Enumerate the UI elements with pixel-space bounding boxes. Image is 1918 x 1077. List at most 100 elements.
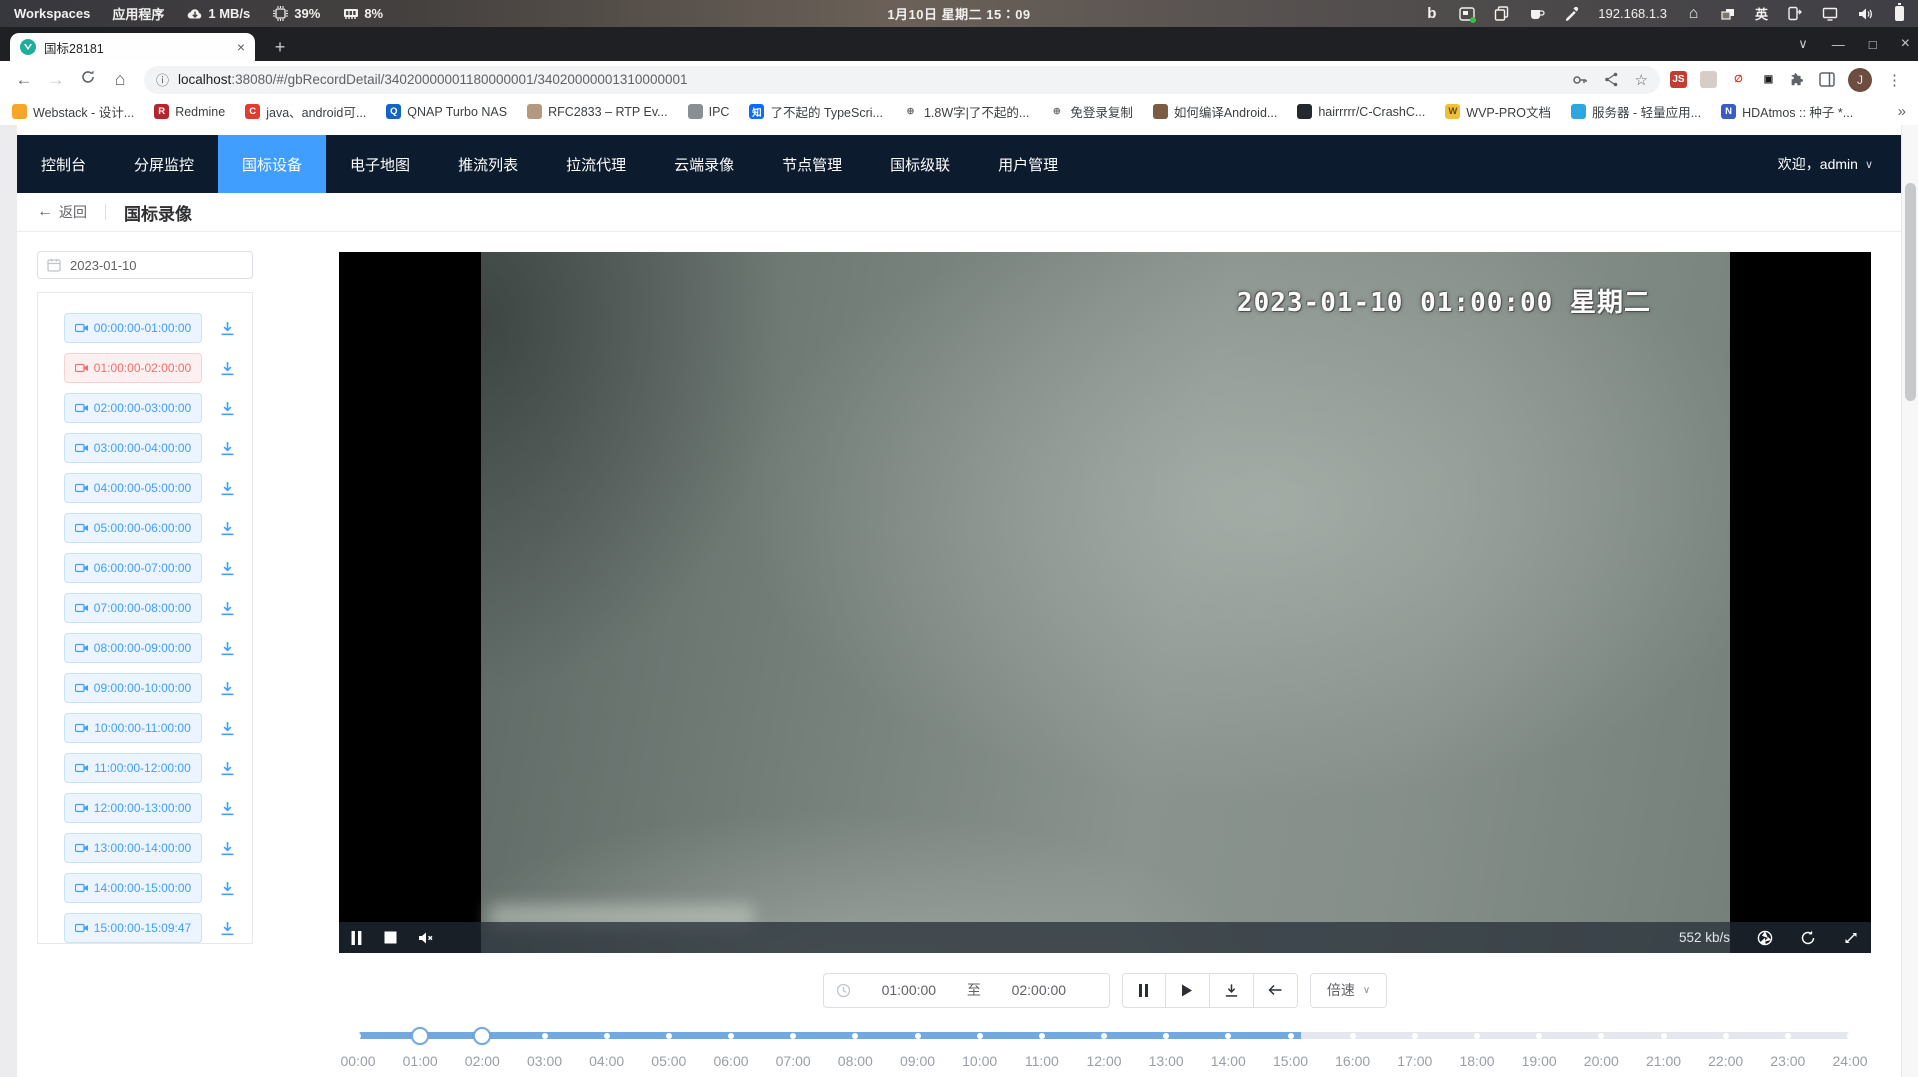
- bookmark-item[interactable]: Q QNAP Turbo NAS: [386, 104, 507, 119]
- browser-menu-icon[interactable]: ⋮: [1885, 71, 1908, 89]
- record-range-button[interactable]: 05:00:00-06:00:00: [64, 513, 202, 543]
- record-range-button[interactable]: 04:00:00-05:00:00: [64, 473, 202, 503]
- screenshot-tray-icon[interactable]: [1458, 5, 1475, 22]
- timeline-handle[interactable]: [411, 1027, 429, 1045]
- new-tab-button[interactable]: +: [268, 35, 292, 59]
- nav-item[interactable]: 节点管理: [758, 135, 866, 193]
- page-scrollbar[interactable]: [1901, 125, 1918, 1077]
- pause-button[interactable]: [1122, 973, 1166, 1008]
- record-download-icon[interactable]: [219, 880, 236, 897]
- side-panel-icon[interactable]: [1819, 72, 1835, 87]
- record-download-icon[interactable]: [219, 920, 236, 937]
- scrollbar-thumb[interactable]: [1905, 183, 1916, 401]
- volume-tray-icon[interactable]: [1856, 5, 1873, 22]
- battery-tray-icon[interactable]: [1891, 5, 1908, 22]
- site-info-icon[interactable]: ⓘ: [156, 70, 169, 89]
- bookmark-item[interactable]: hairrrrr/C-CrashC...: [1297, 104, 1425, 119]
- nav-item[interactable]: 控制台: [17, 135, 110, 193]
- bookmark-item[interactable]: 如何编译Android...: [1153, 102, 1278, 121]
- bookmark-item[interactable]: IPC: [688, 104, 730, 119]
- browser-home-button[interactable]: ⌂: [104, 69, 136, 90]
- record-download-icon[interactable]: [219, 560, 236, 577]
- home-tray-icon[interactable]: ⌂: [1685, 5, 1702, 22]
- nav-item[interactable]: 国标设备: [218, 135, 326, 193]
- windows-tray-icon[interactable]: [1720, 5, 1737, 22]
- clock[interactable]: 1月10日 星期二 15∶09: [887, 4, 1030, 23]
- phone-link-tray-icon[interactable]: [1786, 5, 1803, 22]
- record-range-button[interactable]: 00:00:00-01:00:00: [64, 313, 202, 343]
- memory-indicator[interactable]: 8%: [342, 5, 383, 22]
- record-range-button[interactable]: 01:00:00-02:00:00: [64, 353, 202, 383]
- end-time-value[interactable]: 02:00:00: [981, 982, 1097, 998]
- download-button[interactable]: [1210, 973, 1254, 1008]
- nav-item[interactable]: 云端录像: [650, 135, 758, 193]
- window-close-button[interactable]: ×: [1901, 35, 1910, 53]
- start-time-value[interactable]: 01:00:00: [851, 982, 967, 998]
- record-download-icon[interactable]: [219, 480, 236, 497]
- bookmark-item[interactable]: N HDAtmos :: 种子 *...: [1721, 102, 1853, 121]
- bookmark-item[interactable]: RFC2833 – RTP Ev...: [527, 104, 668, 119]
- browser-back-button[interactable]: ←: [8, 70, 40, 90]
- record-range-button[interactable]: 08:00:00-09:00:00: [64, 633, 202, 663]
- time-range-input[interactable]: 01:00:00 至 02:00:00: [823, 973, 1110, 1008]
- record-range-button[interactable]: 11:00:00-12:00:00: [64, 753, 202, 783]
- record-range-button[interactable]: 10:00:00-11:00:00: [64, 713, 202, 743]
- password-key-icon[interactable]: [1572, 72, 1588, 88]
- record-download-icon[interactable]: [219, 600, 236, 617]
- record-range-button[interactable]: 07:00:00-08:00:00: [64, 593, 202, 623]
- user-menu[interactable]: 欢迎，admin ∨: [1778, 154, 1901, 174]
- record-range-button[interactable]: 13:00:00-14:00:00: [64, 833, 202, 863]
- bookmark-item[interactable]: 知 了不起的 TypeScri...: [749, 102, 883, 121]
- record-range-button[interactable]: 06:00:00-07:00:00: [64, 553, 202, 583]
- record-download-icon[interactable]: [219, 640, 236, 657]
- extensions-puzzle-icon[interactable]: [1790, 72, 1806, 88]
- clipboard-tray-icon[interactable]: [1493, 5, 1510, 22]
- window-minimize-button[interactable]: —: [1832, 37, 1845, 52]
- nav-item[interactable]: 用户管理: [974, 135, 1082, 193]
- browser-reload-button[interactable]: [72, 69, 104, 90]
- nav-item[interactable]: 分屏监控: [110, 135, 218, 193]
- record-range-button[interactable]: 02:00:00-03:00:00: [64, 393, 202, 423]
- volume-muted-icon[interactable]: [418, 931, 435, 945]
- step-back-button[interactable]: [1254, 973, 1298, 1008]
- back-button[interactable]: ← 返回: [37, 202, 87, 222]
- record-range-button[interactable]: 15:00:00-15:09:47: [64, 913, 202, 943]
- record-download-icon[interactable]: [219, 400, 236, 417]
- snapshot-aperture-icon[interactable]: [1757, 930, 1773, 946]
- record-download-icon[interactable]: [219, 680, 236, 697]
- extension-icon[interactable]: ∅: [1730, 71, 1747, 88]
- bookmark-item[interactable]: 服务器 - 轻量应用...: [1571, 102, 1701, 121]
- network-speed-indicator[interactable]: 1 MB/s: [186, 5, 250, 22]
- bing-tray-icon[interactable]: b: [1423, 5, 1440, 22]
- nav-item[interactable]: 推流列表: [434, 135, 542, 193]
- share-icon[interactable]: [1604, 72, 1619, 87]
- color-picker-tray-icon[interactable]: [1563, 5, 1580, 22]
- record-download-icon[interactable]: [219, 720, 236, 737]
- address-bar[interactable]: ⓘ localhost:38080/#/gbRecordDetail/34020…: [144, 66, 1660, 94]
- record-download-icon[interactable]: [219, 520, 236, 537]
- workspaces-button[interactable]: Workspaces: [14, 6, 90, 21]
- nav-item[interactable]: 电子地图: [326, 135, 434, 193]
- record-range-button[interactable]: 09:00:00-10:00:00: [64, 673, 202, 703]
- nav-item[interactable]: 拉流代理: [542, 135, 650, 193]
- record-range-button[interactable]: 03:00:00-04:00:00: [64, 433, 202, 463]
- video-player[interactable]: 2023-01-10 01:00:00 星期二: [339, 252, 1871, 953]
- nav-item[interactable]: 国标级联: [866, 135, 974, 193]
- extension-icon[interactable]: [1700, 71, 1717, 88]
- record-range-button[interactable]: 12:00:00-13:00:00: [64, 793, 202, 823]
- player-stop-icon[interactable]: [384, 931, 397, 944]
- fullscreen-icon[interactable]: [1843, 930, 1859, 946]
- record-download-icon[interactable]: [219, 320, 236, 337]
- display-tray-icon[interactable]: [1821, 5, 1838, 22]
- player-pause-icon[interactable]: [350, 931, 363, 945]
- record-download-icon[interactable]: [219, 840, 236, 857]
- record-range-button[interactable]: 14:00:00-15:00:00: [64, 873, 202, 903]
- coffee-tray-icon[interactable]: [1528, 5, 1545, 22]
- bookmarks-overflow-icon[interactable]: »: [1890, 103, 1906, 120]
- record-download-icon[interactable]: [219, 800, 236, 817]
- bookmark-star-icon[interactable]: ☆: [1635, 71, 1648, 89]
- timeline-slider[interactable]: 00:0001:0002:0003:0004:0005:0006:0007:00…: [358, 1032, 1850, 1077]
- tab-search-icon[interactable]: ∨: [1798, 36, 1808, 52]
- browser-profile-avatar[interactable]: J: [1848, 68, 1872, 92]
- tab-close-icon[interactable]: ×: [237, 39, 245, 55]
